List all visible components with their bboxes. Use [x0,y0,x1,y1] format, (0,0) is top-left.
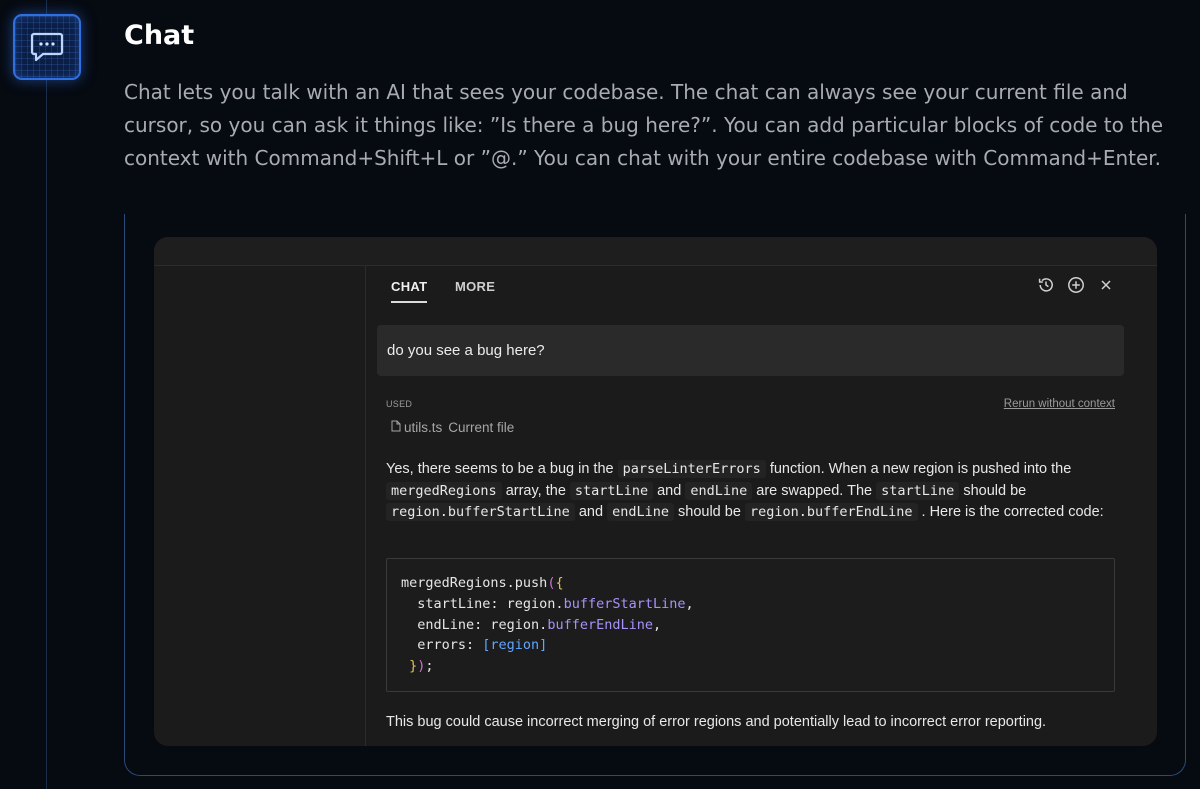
answer-text: array, the [505,482,566,499]
timeline-line [46,0,47,789]
answer-text: are swapped. The [756,482,873,499]
code-token: bufferEndLine [547,616,653,633]
code-token: , [652,616,662,633]
file-icon [391,420,401,435]
inline-code: endLine [607,503,674,521]
code-token: mergedRegions.push [401,575,548,591]
answer-text: Yes, there seems to be a bug in the [386,461,614,477]
chat-panel: CHAT MORE do you see a bug here? USED Re… [367,266,1157,746]
answer-text: . Here is the corrected code: [921,504,1104,520]
feature-title: Chat [124,20,195,51]
code-token: errors: [401,637,483,654]
answer-text: function. When a new region is pushed in… [769,461,1072,477]
window-titlebar [154,237,1157,266]
code-token: , [685,595,694,612]
inline-code: mergedRegions [386,481,502,500]
inline-code: endLine [685,481,753,500]
assistant-answer: Yes, there seems to be a bug in the pars… [386,459,1121,524]
code-block[interactable]: mergedRegions.push({ startLine: region.b… [386,558,1115,692]
inline-code: startLine [876,481,960,500]
answer-text: should be [678,504,741,520]
inline-code: parseLinterErrors [617,460,766,478]
close-icon[interactable] [1097,276,1115,294]
rerun-without-context-link[interactable]: Rerun without context [1004,398,1115,410]
context-file-tag: Current file [448,420,515,435]
answer-text: and [578,504,604,520]
code-token: endLine: region. [401,616,548,633]
answer-text: should be [963,482,1027,499]
context-file-chip[interactable]: utils.ts Current file [391,420,514,435]
code-token: [region] [482,637,548,654]
closing-text: This bug could cause incorrect merging o… [386,714,1047,730]
editor-pane [154,266,366,746]
code-token: ; [425,658,434,675]
user-message: do you see a bug here? [377,325,1124,376]
code-token: { [555,575,564,591]
new-chat-plus-icon[interactable] [1067,276,1085,294]
history-icon[interactable] [1037,276,1055,294]
inline-code: region.bufferStartLine [386,503,575,521]
tab-chat[interactable]: CHAT [391,279,428,303]
code-token: bufferStartLine [563,595,686,612]
inline-code: region.bufferEndLine [744,503,918,521]
chat-bubble-icon [13,14,81,80]
answer-text: and [657,482,682,499]
context-used-label: USED [386,399,413,409]
context-file-name: utils.ts [404,420,443,435]
inline-code: startLine [569,481,654,500]
code-token: startLine: region. [401,595,564,612]
tab-more[interactable]: MORE [455,279,495,301]
feature-description: Chat lets you talk with an AI that sees … [124,80,1164,170]
demo-window: CHAT MORE do you see a bug here? USED Re… [154,237,1157,746]
